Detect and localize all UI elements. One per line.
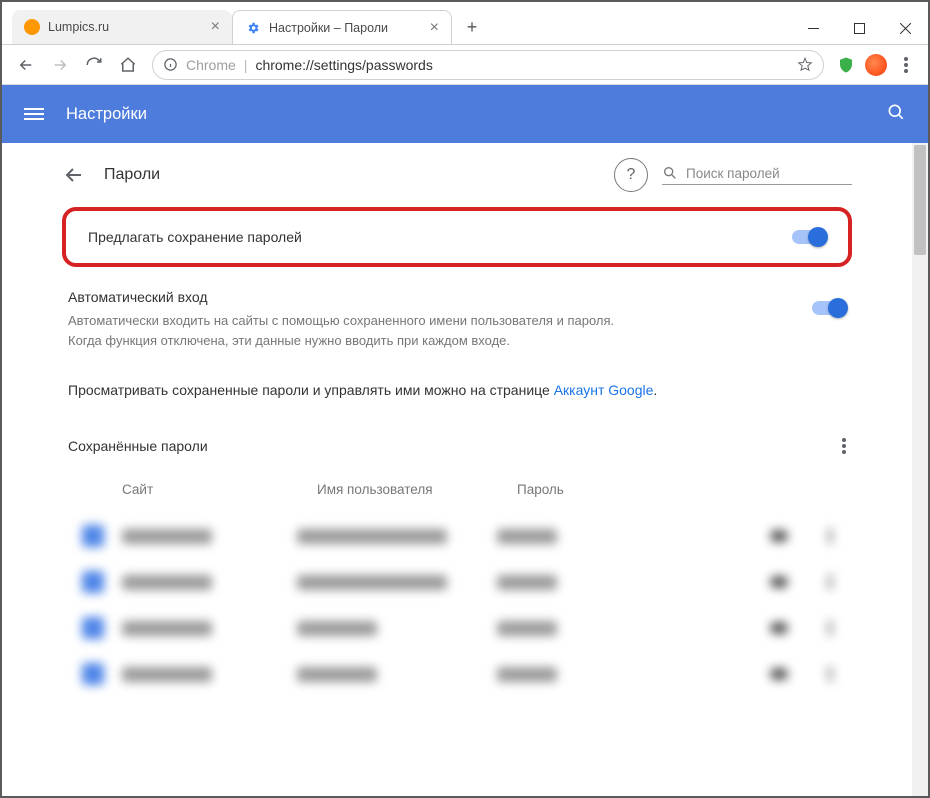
url-scheme: Chrome (186, 57, 236, 73)
favicon-icon (245, 20, 261, 36)
google-account-link[interactable]: Аккаунт Google (554, 382, 654, 398)
col-user: Имя пользователя (317, 482, 517, 497)
auto-signin-row: Автоматический вход Автоматически входит… (62, 279, 852, 368)
highlight-box: Предлагать сохранение паролей (62, 207, 852, 267)
help-icon[interactable]: ? (614, 158, 648, 192)
auto-signin-toggle[interactable] (812, 301, 846, 315)
password-columns: Сайт Имя пользователя Пароль (62, 472, 852, 513)
maximize-button[interactable] (836, 12, 882, 44)
password-row[interactable] (62, 651, 852, 697)
window-controls (790, 12, 928, 44)
favicon-icon (24, 19, 40, 35)
saved-passwords-header: Сохранённые пароли (62, 420, 852, 472)
browser-toolbar: Chrome | chrome://settings/passwords (2, 45, 928, 85)
col-site: Сайт (122, 482, 317, 497)
offer-save-passwords-row: Предлагать сохранение паролей (70, 215, 844, 259)
browser-menu-button[interactable] (892, 51, 920, 79)
password-row[interactable] (62, 559, 852, 605)
scroll-thumb[interactable] (914, 145, 926, 255)
search-placeholder: Поиск паролей (686, 166, 780, 181)
home-button[interactable] (112, 49, 144, 81)
page-title: Пароли (104, 166, 160, 184)
back-button[interactable] (10, 49, 42, 81)
browser-window: Lumpics.ru × Настройки – Пароли × + (0, 0, 930, 798)
offer-save-toggle[interactable] (792, 230, 826, 244)
minimize-button[interactable] (790, 12, 836, 44)
back-arrow-icon[interactable] (62, 163, 86, 187)
url-text: chrome://settings/passwords (255, 57, 432, 73)
extension-shield-icon[interactable] (832, 51, 860, 79)
url-separator: | (244, 57, 248, 73)
auto-signin-text: Автоматический вход Автоматически входит… (68, 289, 628, 350)
subheader: Пароли ? Поиск паролей (62, 143, 852, 207)
settings-search-button[interactable] (886, 102, 906, 127)
tab-title: Настройки – Пароли (269, 21, 388, 35)
col-pass: Пароль (517, 482, 657, 497)
settings-page: Пароли ? Поиск паролей Предлагать сохран… (2, 143, 928, 798)
menu-icon[interactable] (24, 105, 44, 123)
scrollbar[interactable] (912, 143, 928, 798)
info-icon (163, 57, 178, 72)
new-tab-button[interactable]: + (458, 13, 486, 41)
tab-title: Lumpics.ru (48, 20, 109, 34)
auto-signin-title: Автоматический вход (68, 289, 628, 305)
manage-passwords-text: Просматривать сохраненные пароли и управ… (62, 368, 852, 420)
titlebar: Lumpics.ru × Настройки – Пароли × + (2, 2, 928, 45)
profile-avatar[interactable] (862, 51, 890, 79)
address-bar[interactable]: Chrome | chrome://settings/passwords (152, 50, 824, 80)
bookmark-star-icon[interactable] (797, 57, 813, 73)
close-icon[interactable]: × (211, 19, 220, 35)
forward-button[interactable] (44, 49, 76, 81)
settings-title: Настройки (66, 105, 147, 124)
tab-settings-passwords[interactable]: Настройки – Пароли × (232, 10, 452, 44)
tab-lumpics[interactable]: Lumpics.ru × (12, 10, 232, 44)
close-button[interactable] (882, 12, 928, 44)
search-icon (662, 165, 678, 181)
password-row[interactable] (62, 513, 852, 559)
auto-signin-desc: Автоматически входить на сайты с помощью… (68, 311, 628, 350)
offer-save-label: Предлагать сохранение паролей (88, 229, 302, 245)
reload-button[interactable] (78, 49, 110, 81)
password-search-input[interactable]: Поиск паролей (662, 165, 852, 185)
close-icon[interactable]: × (430, 20, 439, 36)
more-icon[interactable] (842, 436, 846, 456)
tab-strip: Lumpics.ru × Настройки – Пароли × + (2, 2, 790, 44)
settings-header: Настройки (2, 85, 928, 143)
password-row[interactable] (62, 605, 852, 651)
saved-passwords-title: Сохранённые пароли (68, 438, 208, 454)
